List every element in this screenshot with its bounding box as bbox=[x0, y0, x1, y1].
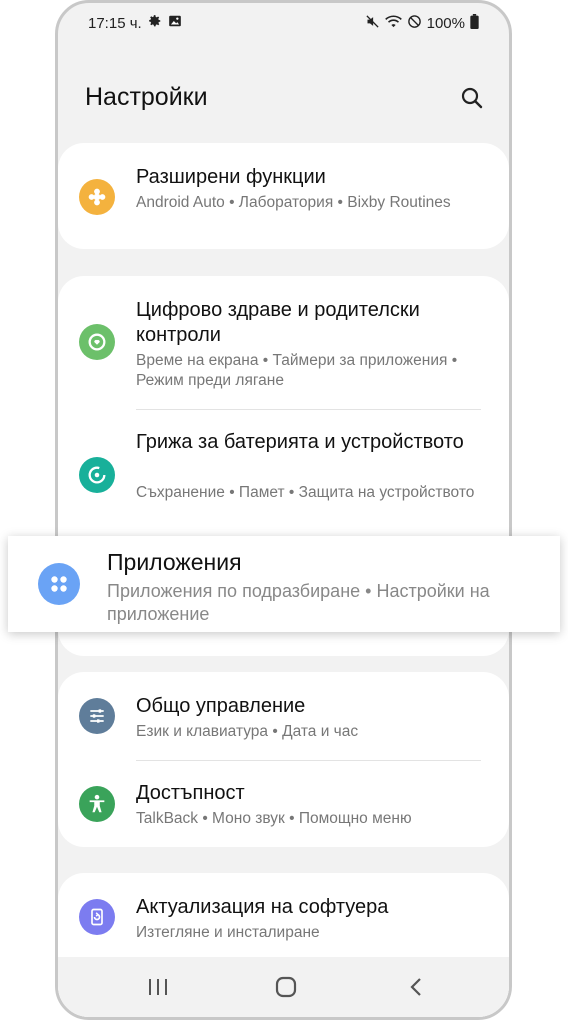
accessibility-icon bbox=[79, 786, 115, 822]
item-subtitle: Език и клавиатура • Дата и час bbox=[136, 723, 359, 740]
card-general-accessibility: Общо управление Език и клавиатура • Дата… bbox=[58, 672, 509, 847]
recent-apps-icon bbox=[149, 979, 167, 995]
no-signal-icon bbox=[407, 14, 422, 33]
search-button[interactable] bbox=[457, 83, 487, 113]
image-icon bbox=[168, 14, 182, 32]
phone-frame: 17:15 ч. 100% Настройки Разширени функци… bbox=[55, 0, 512, 1020]
status-bar: 17:15 ч. 100% bbox=[58, 3, 509, 43]
sliders-icon bbox=[79, 698, 115, 734]
item-title: Цифрово здраве и родителски контроли bbox=[136, 299, 420, 346]
settings-item-accessibility[interactable]: Достъпност TalkBack • Моно звук • Помощн… bbox=[58, 761, 509, 847]
home-button[interactable] bbox=[266, 971, 306, 1003]
update-icon bbox=[79, 899, 115, 935]
settings-item-general-management[interactable]: Общо управление Език и клавиатура • Дата… bbox=[58, 672, 509, 760]
battery-level: 100% bbox=[426, 15, 465, 32]
item-title: Грижа за батерията и устройството bbox=[136, 431, 464, 453]
settings-item-software-update[interactable]: Актуализация на софтуера Изтегляне и инс… bbox=[58, 873, 509, 963]
item-title: Приложения bbox=[107, 549, 242, 575]
item-subtitle: TalkBack • Моно звук • Помощно меню bbox=[136, 810, 412, 827]
item-subtitle: Приложения по подразбиране • Настройки н… bbox=[107, 581, 490, 624]
navigation-bar bbox=[58, 957, 509, 1017]
mute-icon bbox=[365, 14, 380, 33]
settings-item-apps[interactable]: Приложения Приложения по подразбиране • … bbox=[8, 536, 560, 632]
item-subtitle: Време на екрана • Таймери за приложения … bbox=[136, 352, 458, 389]
puzzle-icon bbox=[79, 179, 115, 215]
card-advanced: Разширени функции Android Auto • Лаборат… bbox=[58, 143, 509, 249]
app-header: Настройки bbox=[58, 63, 509, 133]
settings-item-battery-care[interactable]: Грижа за батерията и устройството Съхран… bbox=[58, 410, 509, 540]
item-subtitle: Изтегляне и инсталиране bbox=[136, 924, 320, 941]
gear-icon bbox=[148, 14, 162, 32]
apps-icon bbox=[38, 563, 80, 605]
home-icon bbox=[275, 976, 297, 998]
recent-apps-button[interactable] bbox=[138, 971, 178, 1003]
page-title: Настройки bbox=[85, 83, 208, 111]
item-subtitle: Android Auto • Лаборатория • Bixby Routi… bbox=[136, 194, 451, 211]
wifi-icon bbox=[384, 14, 402, 33]
settings-item-digital-wellbeing[interactable]: Цифрово здраве и родителски контроли Вре… bbox=[58, 276, 509, 409]
back-icon bbox=[410, 978, 421, 996]
item-title: Актуализация на софтуера bbox=[136, 896, 389, 918]
back-button[interactable] bbox=[396, 971, 436, 1003]
item-title: Достъпност bbox=[136, 782, 245, 804]
wellbeing-icon bbox=[79, 324, 115, 360]
search-icon bbox=[461, 87, 483, 109]
item-subtitle: Съхранение • Памет • Защита на устройств… bbox=[136, 484, 475, 501]
battery-icon bbox=[470, 14, 479, 33]
settings-item-advanced-features[interactable]: Разширени функции Android Auto • Лаборат… bbox=[58, 143, 509, 249]
status-time: 17:15 ч. bbox=[88, 14, 142, 32]
item-title: Общо управление bbox=[136, 695, 306, 717]
device-care-icon bbox=[79, 457, 115, 493]
item-title: Разширени функции bbox=[136, 166, 326, 188]
